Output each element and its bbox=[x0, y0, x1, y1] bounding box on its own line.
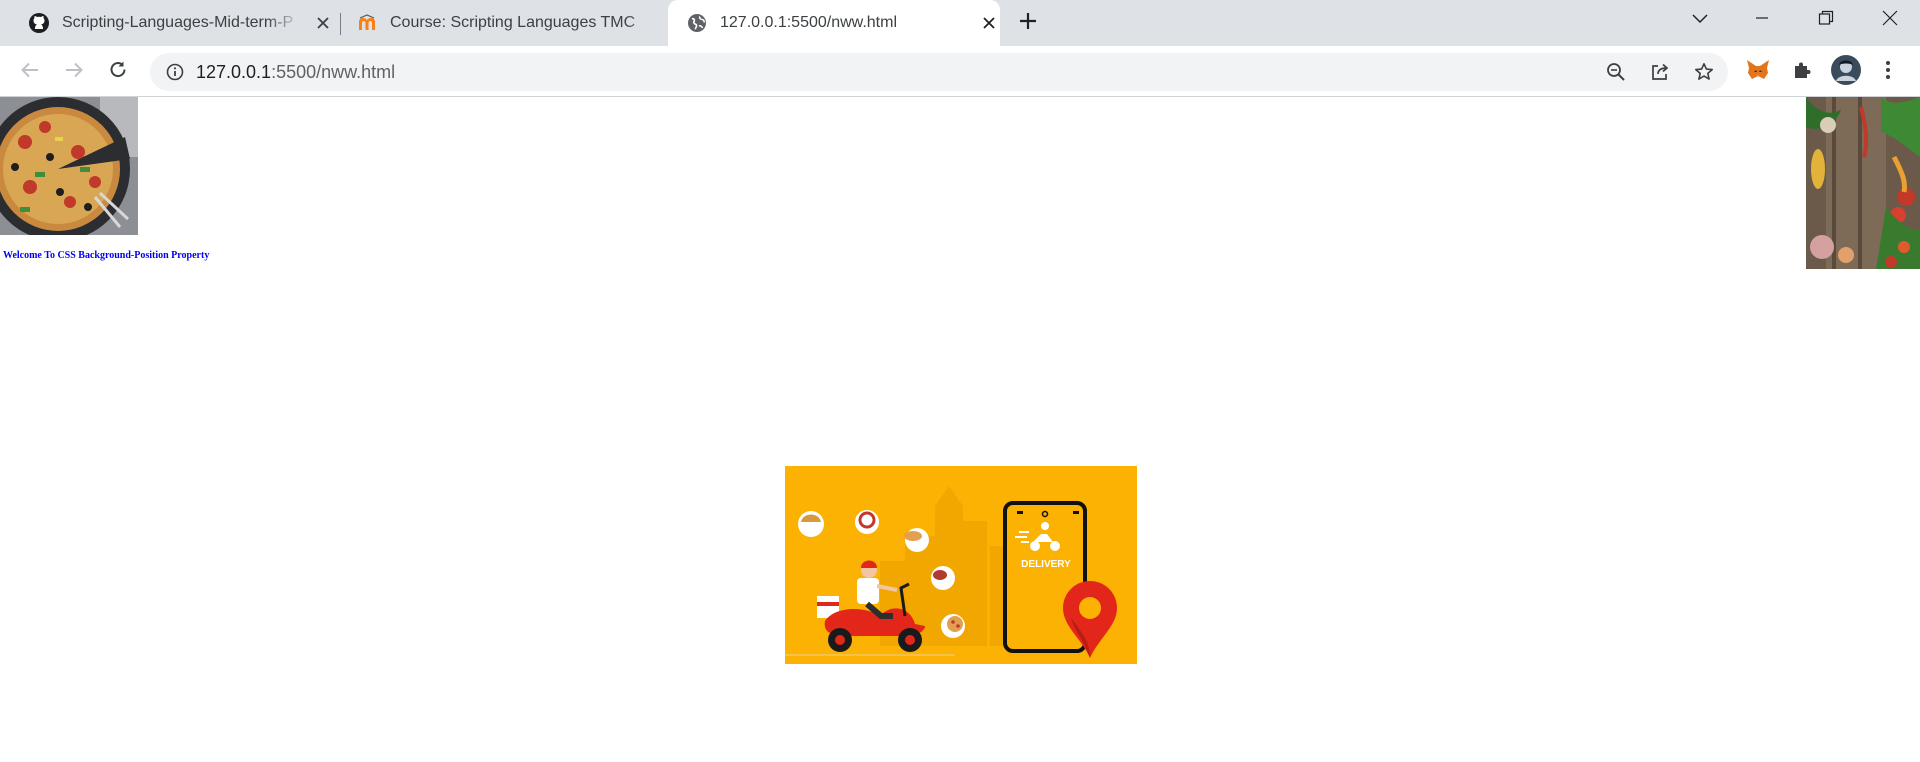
minimize-button[interactable] bbox=[1738, 0, 1786, 40]
chevron-down-icon bbox=[1692, 11, 1708, 29]
url-host: 127.0.0.1 bbox=[196, 62, 272, 82]
url-text: 127.0.0.1:5500/nww.html bbox=[196, 53, 395, 91]
site-info-icon[interactable] bbox=[162, 59, 188, 85]
tab-course[interactable]: Course: Scripting Languages TMC bbox=[344, 0, 666, 46]
address-bar[interactable]: 127.0.0.1:5500/nww.html bbox=[150, 53, 1728, 91]
delivery-label: DELIVERY bbox=[1021, 559, 1071, 570]
github-icon bbox=[28, 12, 50, 34]
reload-icon bbox=[108, 60, 128, 85]
tab-title: Scripting-Languages-Mid-term-P bbox=[62, 14, 294, 31]
zoom-icon[interactable] bbox=[1603, 59, 1629, 85]
tab-title: Course: Scripting Languages TMC bbox=[390, 14, 636, 31]
food-delivery-illustration: DELIVERY bbox=[785, 466, 1137, 664]
fox-icon bbox=[1746, 59, 1770, 86]
welcome-heading: Welcome To CSS Background-Position Prope… bbox=[3, 250, 210, 261]
back-button[interactable] bbox=[14, 56, 46, 88]
tab-local-page[interactable]: 127.0.0.1:5500/nww.html bbox=[668, 0, 1000, 46]
avatar bbox=[1831, 54, 1861, 90]
tab-github[interactable]: Scripting-Languages-Mid-term-P bbox=[16, 0, 334, 46]
restore-icon bbox=[1818, 10, 1834, 31]
reload-button[interactable] bbox=[102, 56, 134, 88]
back-arrow-icon bbox=[20, 60, 40, 85]
page-viewport: Welcome To CSS Background-Position Prope… bbox=[0, 97, 1920, 762]
kebab-menu-icon bbox=[1885, 60, 1891, 85]
profile-avatar[interactable] bbox=[1830, 54, 1862, 90]
tab-title: 127.0.0.1:5500/nww.html bbox=[720, 14, 898, 31]
minimize-icon bbox=[1755, 11, 1769, 30]
pizza-image bbox=[0, 97, 138, 241]
forward-button[interactable] bbox=[58, 56, 90, 88]
browser-menu-button[interactable] bbox=[1872, 56, 1904, 88]
moodle-icon bbox=[356, 12, 378, 34]
close-icon[interactable] bbox=[312, 12, 334, 34]
forward-arrow-icon bbox=[64, 60, 84, 85]
restore-button[interactable] bbox=[1802, 0, 1850, 40]
metamask-extension[interactable] bbox=[1742, 56, 1774, 88]
new-tab-button[interactable] bbox=[1004, 3, 1052, 43]
share-icon[interactable] bbox=[1647, 59, 1673, 85]
vegetables-image bbox=[1806, 97, 1920, 269]
bookmark-star-icon[interactable] bbox=[1691, 59, 1717, 85]
window-close-button[interactable] bbox=[1866, 0, 1914, 40]
close-icon bbox=[1882, 10, 1898, 31]
tab-separator bbox=[340, 13, 341, 35]
tab-strip: Scripting-Languages-Mid-term-P Course: S… bbox=[0, 0, 1920, 46]
plus-icon bbox=[1018, 11, 1038, 36]
puzzle-icon bbox=[1792, 60, 1812, 85]
url-path: :5500/nww.html bbox=[271, 62, 396, 82]
extensions-button[interactable] bbox=[1786, 56, 1818, 88]
browser-toolbar: 127.0.0.1:5500/nww.html bbox=[0, 46, 1920, 97]
close-icon[interactable] bbox=[978, 12, 1000, 34]
globe-icon bbox=[686, 12, 708, 34]
tab-search-button[interactable] bbox=[1676, 0, 1724, 40]
